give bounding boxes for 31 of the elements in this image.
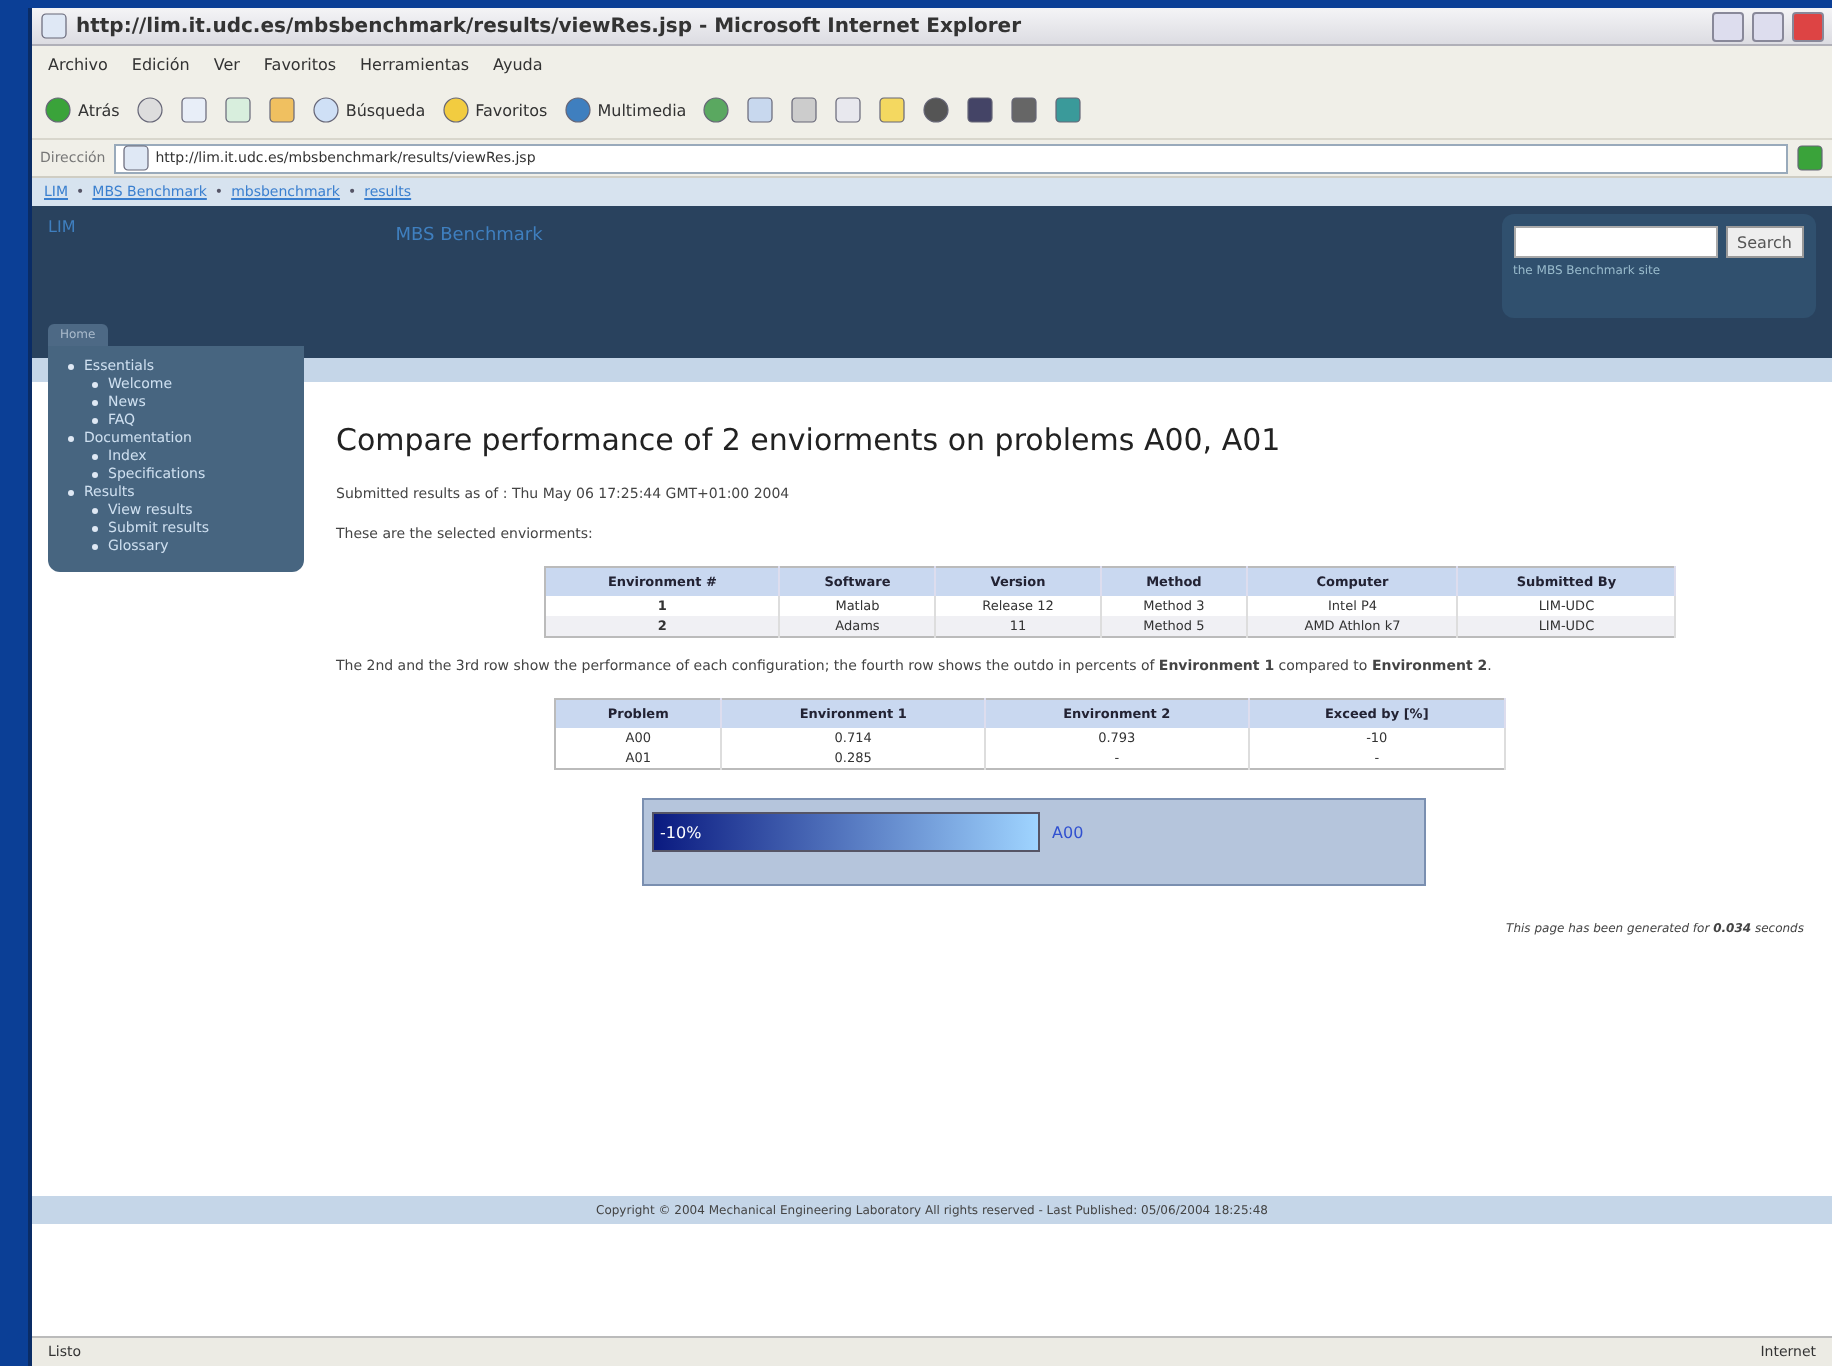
bullet-icon [68, 435, 74, 442]
performance-bar: -10% [652, 812, 1040, 852]
menu-item[interactable]: Ayuda [493, 55, 543, 73]
media-button[interactable]: Multimedia [563, 96, 687, 124]
site-title: MBS Benchmark [395, 226, 543, 250]
bullet-icon [68, 363, 74, 370]
maximize-button[interactable] [1752, 11, 1784, 41]
close-button[interactable] [1792, 11, 1824, 41]
minimize-button[interactable] [1712, 11, 1744, 41]
bullet-icon [92, 471, 98, 478]
menu-item[interactable]: Herramientas [360, 55, 470, 73]
window-title: http://lim.it.udc.es/mbsbenchmark/results/viewRes.jsp - Microsoft Internet Explorer [76, 15, 1024, 37]
search-field[interactable] [1513, 226, 1718, 258]
menu-item[interactable]: Archivo [48, 55, 108, 73]
menu-item[interactable]: Favoritos [263, 55, 337, 73]
bullet-icon [68, 489, 74, 496]
bullet-icon [92, 507, 98, 514]
menu-item[interactable]: Ver [213, 55, 240, 73]
search-button[interactable]: Search [1725, 226, 1804, 258]
bar-label: A00 [1052, 823, 1084, 841]
bullet-icon [92, 453, 98, 460]
bullet-icon [92, 525, 98, 532]
page-heading: Compare performance of 2 enviorments on problems A00, A01 [336, 422, 1283, 458]
search-button[interactable]: Búsqueda [311, 96, 426, 124]
menu-item[interactable]: Edición [131, 55, 190, 73]
bullet-icon [92, 417, 98, 424]
back-button[interactable]: Atrás [44, 96, 120, 124]
favorites-button[interactable]: Favoritos [441, 96, 548, 124]
bullet-icon [92, 399, 98, 406]
bullet-icon [92, 543, 98, 550]
bullet-icon [92, 381, 98, 388]
